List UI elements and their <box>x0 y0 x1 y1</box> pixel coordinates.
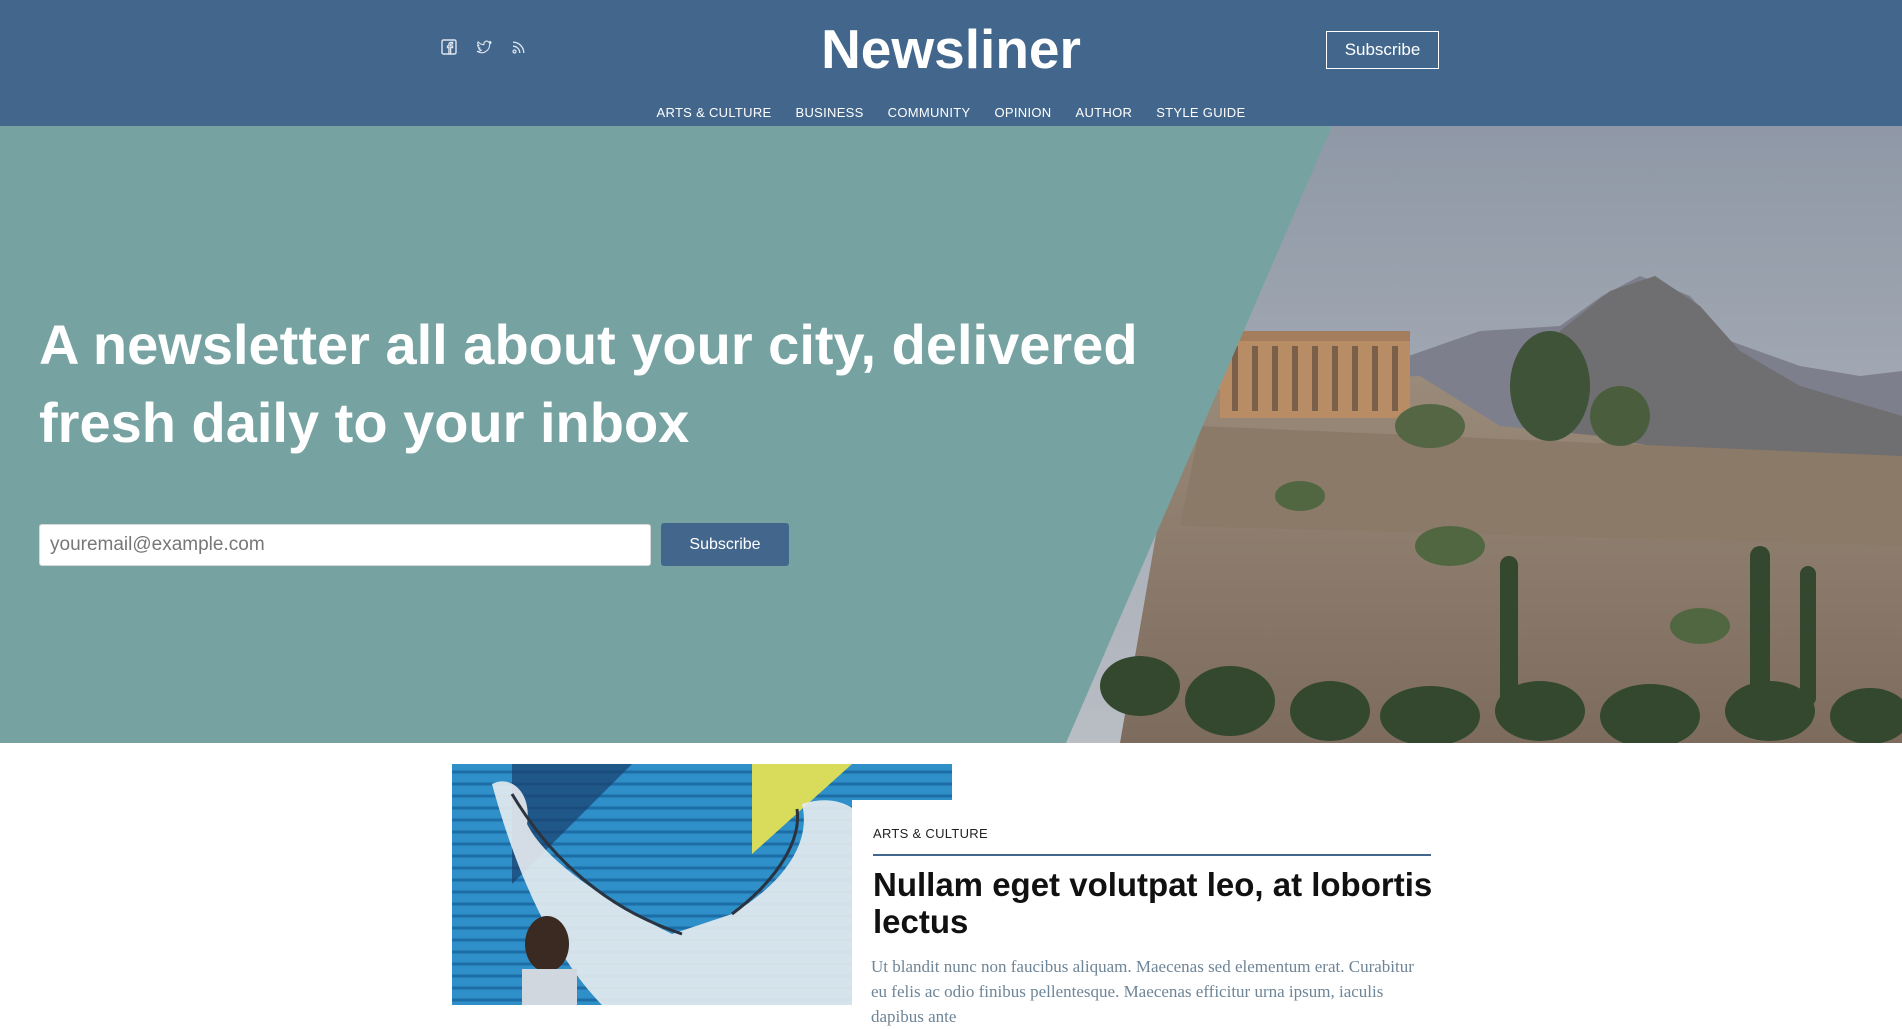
facebook-icon[interactable] <box>440 38 458 56</box>
email-input[interactable] <box>39 524 651 566</box>
main-nav: ARTS & CULTURE BUSINESS COMMUNITY OPINIO… <box>0 104 1902 122</box>
nav-arts-culture[interactable]: ARTS & CULTURE <box>657 104 772 122</box>
rss-icon[interactable] <box>510 38 528 56</box>
header-subscribe-button[interactable]: Subscribe <box>1326 31 1439 69</box>
article-category[interactable]: ARTS & CULTURE <box>873 826 1432 842</box>
site-header: Newsliner Subscribe ARTS & CULTURE BUSIN… <box>0 0 1902 126</box>
site-logo[interactable]: Newsliner <box>821 18 1081 80</box>
hero-headline: A newsletter all about your city, delive… <box>39 313 1138 454</box>
hero-section: A newsletter all about your city, delive… <box>0 126 1902 743</box>
category-divider <box>873 854 1431 856</box>
article-excerpt: Ut blandit nunc non faucibus aliquam. Ma… <box>871 957 1414 1026</box>
nav-business[interactable]: BUSINESS <box>795 104 863 122</box>
nav-style-guide[interactable]: STYLE GUIDE <box>1156 104 1245 122</box>
social-links <box>440 38 528 56</box>
nav-opinion[interactable]: OPINION <box>995 104 1052 122</box>
featured-article: ARTS & CULTURE Nullam eget volutpat leo,… <box>852 800 1452 1026</box>
twitter-icon[interactable] <box>475 38 493 56</box>
nav-community[interactable]: COMMUNITY <box>888 104 971 122</box>
nav-author[interactable]: AUTHOR <box>1076 104 1133 122</box>
hero-subscribe-button[interactable]: Subscribe <box>661 523 789 566</box>
article-title[interactable]: Nullam eget volutpat leo, at lobortis le… <box>873 866 1433 940</box>
